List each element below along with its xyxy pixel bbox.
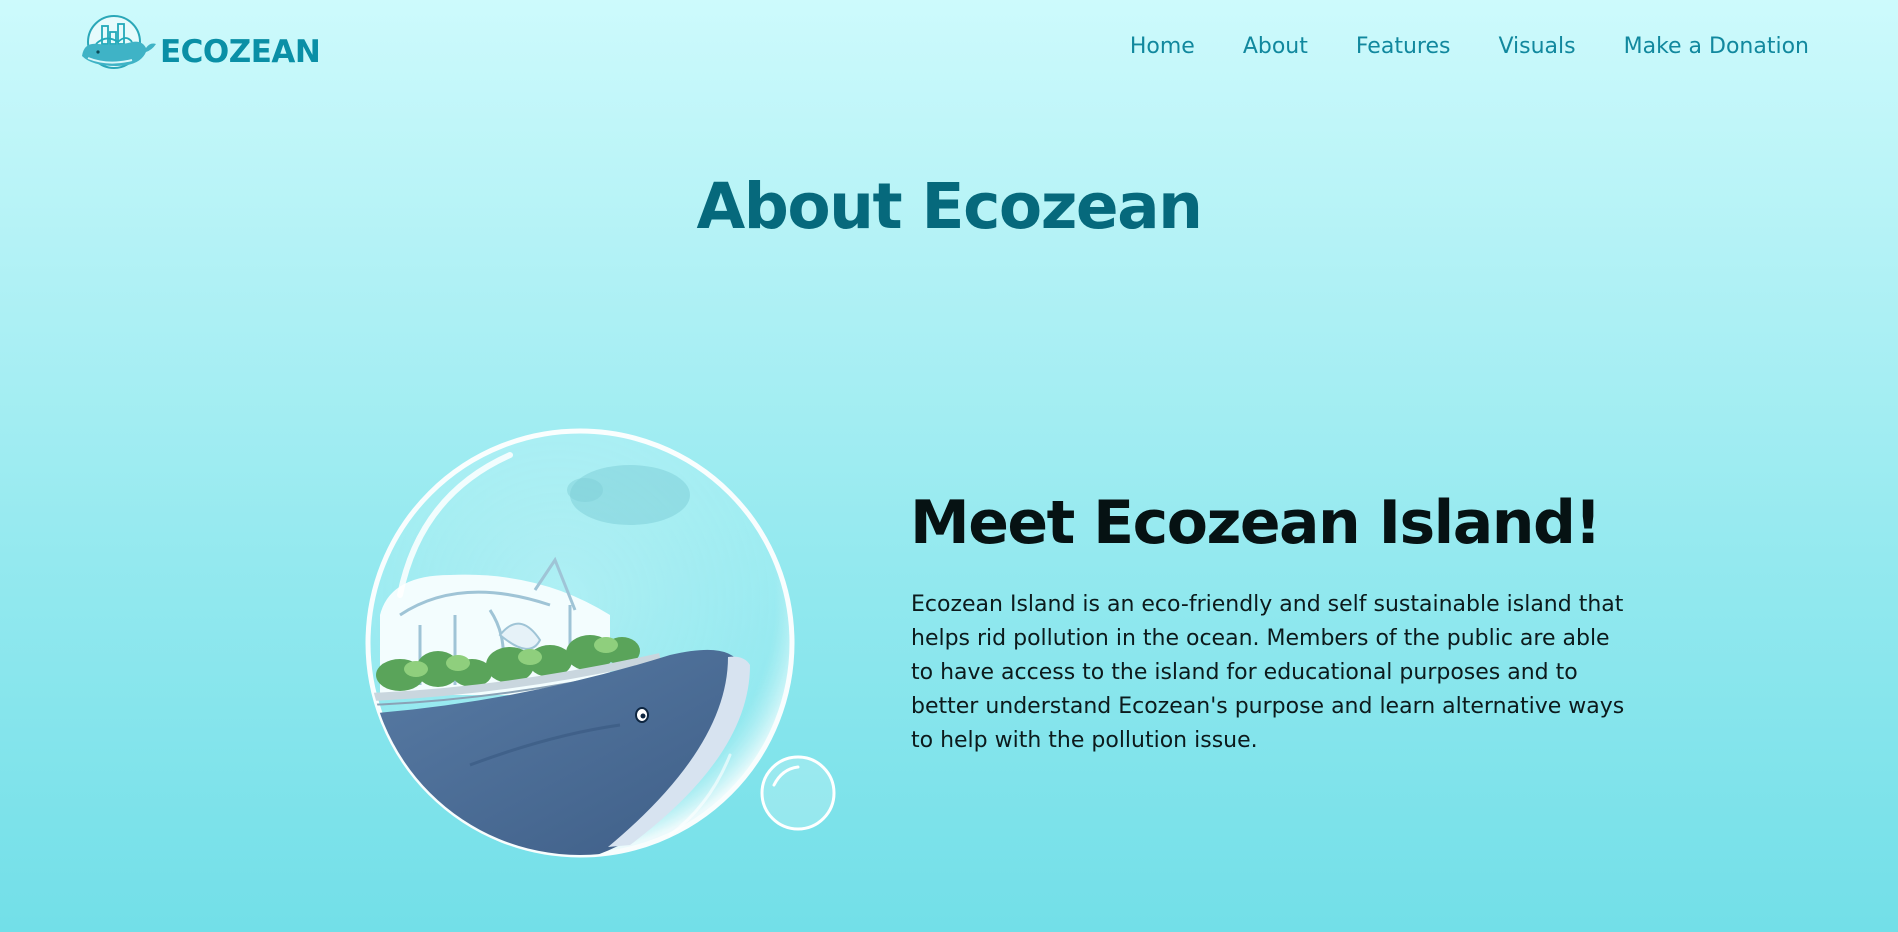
logo-wordmark: ECOZEAN xyxy=(160,34,321,70)
nav-about[interactable]: About xyxy=(1243,34,1308,59)
nav-features[interactable]: Features xyxy=(1356,34,1451,59)
site-logo[interactable]: ECOZEAN xyxy=(76,12,321,80)
site-header: ECOZEAN Home About Features Visuals Make… xyxy=(0,0,1898,100)
main-nav: Home About Features Visuals Make a Donat… xyxy=(1082,34,1809,59)
page-title: About Ecozean xyxy=(696,170,1203,243)
hero-description: Ecozean Island is an eco-friendly and se… xyxy=(911,592,1625,753)
whale-island-bubble-illustration xyxy=(365,428,836,858)
nav-visuals[interactable]: Visuals xyxy=(1498,34,1575,59)
whale-logo-icon xyxy=(82,15,156,69)
hero-heading: Meet Ecozean Island! xyxy=(910,488,1602,558)
nav-make-a-donation[interactable]: Make a Donation xyxy=(1624,34,1809,59)
nav-home[interactable]: Home xyxy=(1130,34,1195,59)
